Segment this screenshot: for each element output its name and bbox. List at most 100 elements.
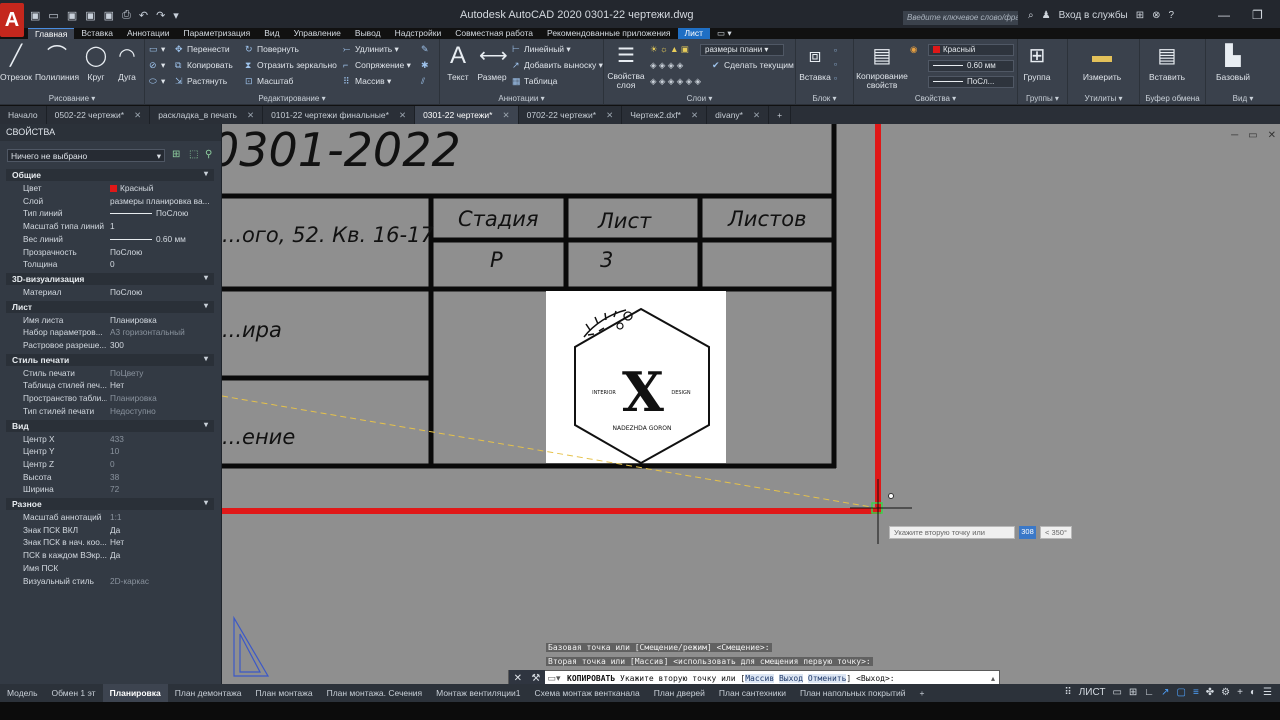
layout-tab[interactable]: Монтаж вентиляции1 <box>429 684 527 702</box>
select-objects-icon[interactable]: ⬚ <box>189 149 201 161</box>
table-button[interactable]: ▦ Таблица <box>512 75 557 87</box>
lineweight-dropdown[interactable]: 0.60 мм <box>928 60 1014 72</box>
panel-draw-title[interactable]: Рисование ▾ <box>0 94 144 103</box>
trim-button[interactable]: ⤚ Удлинить ▾ <box>343 43 399 55</box>
property-row[interactable]: Материал ПоСлою <box>6 286 214 299</box>
polar-toggle-icon[interactable]: ↗ <box>1161 687 1169 698</box>
property-row[interactable]: Тип линий ПоСлою <box>6 207 214 220</box>
isolate-icon[interactable]: ◐ <box>1250 687 1256 698</box>
fillet-button[interactable]: ⌐ Сопряжение ▾ <box>343 59 411 71</box>
arc-button[interactable]: ◠ Дуга <box>112 43 142 82</box>
ribbon-tab[interactable]: Управление <box>287 28 348 39</box>
viewport-close-icon[interactable]: ✕ <box>1268 130 1276 141</box>
layout-tab[interactable]: Схема монтаж вентканала <box>527 684 646 702</box>
quick-access-icon[interactable]: ▣ <box>67 9 77 22</box>
property-row[interactable]: Имя ПСК <box>6 562 214 575</box>
copy-button[interactable]: ⧉ Копировать <box>175 59 233 71</box>
user-icon[interactable]: ♟ <box>1042 10 1051 21</box>
dynamic-input-angle[interactable]: < 350° <box>1040 526 1072 539</box>
property-row[interactable]: Пространство табли... Планировка <box>6 392 214 405</box>
property-row[interactable]: Тип стилей печати Недоступно <box>6 405 214 418</box>
close-icon[interactable]: ✕ <box>134 110 141 120</box>
ribbon-tab[interactable]: Лист <box>677 28 710 39</box>
document-tab[interactable]: 0101-22 чертежи финальные* ✕ <box>263 106 416 124</box>
toggle-pickadd-icon[interactable]: ⊞ <box>172 149 184 161</box>
document-tab[interactable]: divany* ✕ <box>707 106 770 124</box>
snap-toggle-icon[interactable]: ⊞ <box>1129 687 1137 698</box>
command-prompt-icon[interactable]: ▭▾ <box>545 673 563 684</box>
array-button[interactable]: ⠿ Массив ▾ <box>343 75 391 87</box>
property-row[interactable]: Прозрачность ПоСлою <box>6 246 214 259</box>
property-row[interactable]: ПСК в каждом ВЭкр... Да <box>6 549 214 562</box>
property-row[interactable]: Вес линий 0.60 мм <box>6 233 214 246</box>
layer-tools-row2[interactable]: ◈ ◈ ◈ ◈ ◈ ◈ <box>650 75 701 87</box>
layer-tools-row1[interactable]: ◈ ◈ ◈ ◈ <box>650 59 683 71</box>
properties-section[interactable]: Стиль печати ▾ <box>6 353 214 366</box>
text-button[interactable]: A Текст <box>444 43 472 83</box>
panel-block-title[interactable]: Блок ▾ <box>796 94 853 103</box>
properties-section[interactable]: Вид ▾ <box>6 419 214 432</box>
ribbon-tab[interactable]: Вывод <box>348 28 388 39</box>
close-icon[interactable]: ✕ <box>691 110 698 120</box>
line-button[interactable]: ╱ Отрезок <box>0 43 32 82</box>
document-tab[interactable]: 0301-22 чертежи* ✕ <box>415 106 519 124</box>
property-row[interactable]: Центр Z 0 <box>6 458 214 471</box>
autocad-logo-icon[interactable]: A <box>0 3 24 37</box>
viewport-restore-icon[interactable]: ▭ <box>1248 130 1257 141</box>
login-button[interactable]: Вход в службы <box>1059 10 1128 21</box>
property-row[interactable]: Центр Y 10 <box>6 445 214 458</box>
move-button[interactable]: ✥ Перенести <box>175 43 230 55</box>
document-tab[interactable]: раскладка_в печать ✕ <box>150 106 264 124</box>
close-icon[interactable]: ✕ <box>606 110 613 120</box>
mirror-button[interactable]: ⧗ Отразить зеркально <box>245 59 337 71</box>
help-icon[interactable]: ? <box>1169 10 1175 21</box>
ellipse-tool[interactable]: ⬭ ▾ <box>149 75 165 87</box>
panel-clipboard-title[interactable]: Буфер обмена <box>1140 94 1205 103</box>
quick-access-icon[interactable]: ▣ <box>104 9 114 22</box>
offset-button[interactable]: ⫽ <box>421 75 433 87</box>
command-line-text[interactable]: КОПИРОВАТЬ Укажите вторую точку или [Мас… <box>563 673 895 683</box>
measure-button[interactable]: ▬ Измерить <box>1074 43 1130 82</box>
layout-tab[interactable]: Модель <box>0 684 45 702</box>
workspace-gear-icon[interactable]: ⚙ <box>1221 687 1230 698</box>
wrench-icon[interactable]: ⚒ <box>531 673 540 684</box>
property-row[interactable]: Толщина 0 <box>6 258 214 271</box>
exchange-icon[interactable]: ⊗ <box>1152 10 1160 21</box>
property-row[interactable]: Высота 38 <box>6 471 214 484</box>
linear-dim-button[interactable]: ⊢ Линейный ▾ <box>512 43 571 55</box>
close-icon[interactable]: ✕ <box>514 673 522 684</box>
property-row[interactable]: Растровое разреше... 300 <box>6 339 214 352</box>
close-icon[interactable]: ✕ <box>247 110 254 120</box>
panel-groups-title[interactable]: Группы ▾ <box>1018 94 1067 103</box>
plus-icon[interactable]: + <box>1237 687 1243 698</box>
property-row[interactable]: Центр X 433 <box>6 433 214 446</box>
polyline-button[interactable]: ⌒ Полилиния <box>33 43 81 82</box>
match-properties-button[interactable]: ▤ Копирование свойств <box>856 43 908 90</box>
customize-icon[interactable]: ☰ <box>1263 687 1272 698</box>
mode-indicator[interactable]: ЛИСТ <box>1079 687 1106 698</box>
dimension-button[interactable]: ⟷ Размер <box>474 43 510 82</box>
ribbon-tab[interactable]: Параметризация <box>176 28 257 39</box>
layout-tab[interactable]: План напольных покрытий <box>793 684 913 702</box>
close-icon[interactable]: ✕ <box>399 110 406 120</box>
panel-utilities-title[interactable]: Утилиты ▾ <box>1068 94 1139 103</box>
property-row[interactable]: Знак ПСК в нач. коо... Нет <box>6 536 214 549</box>
block-tools[interactable]: ▫ ▫ ▫ <box>834 43 837 85</box>
hatch-tool[interactable]: ⊘ ▾ <box>149 59 165 71</box>
properties-section[interactable]: Разное ▾ <box>6 498 214 510</box>
company-logo[interactable]: X INTERIOR DESIGN NADEZHDA GORON <box>546 291 726 465</box>
circle-button[interactable]: ◯ Круг <box>82 43 110 82</box>
search-input[interactable]: Введите ключевое слово/фразу <box>903 11 1018 25</box>
minimize-icon[interactable]: — <box>1218 8 1230 22</box>
stretch-button[interactable]: ⇲ Растянуть <box>175 75 227 87</box>
color-wheel-icon[interactable]: ◉ <box>910 43 917 55</box>
layer-state-icons[interactable]: ☀ ☼ ▲ ▣ <box>650 43 689 55</box>
ribbon-tab[interactable]: Надстройки <box>388 28 449 39</box>
ribbon-tab[interactable]: Рекомендованные приложения <box>540 28 677 39</box>
rect-tool[interactable]: ▭ ▾ <box>149 43 165 55</box>
quick-access-icon[interactable]: ⎙ <box>122 9 131 22</box>
property-row[interactable]: Имя листа Планировка <box>6 314 214 327</box>
explode-button[interactable]: ✱ <box>421 59 433 71</box>
ribbon-tab[interactable]: Вставка <box>74 28 120 39</box>
document-tab[interactable]: 0702-22 чертежи* ✕ <box>519 106 623 124</box>
